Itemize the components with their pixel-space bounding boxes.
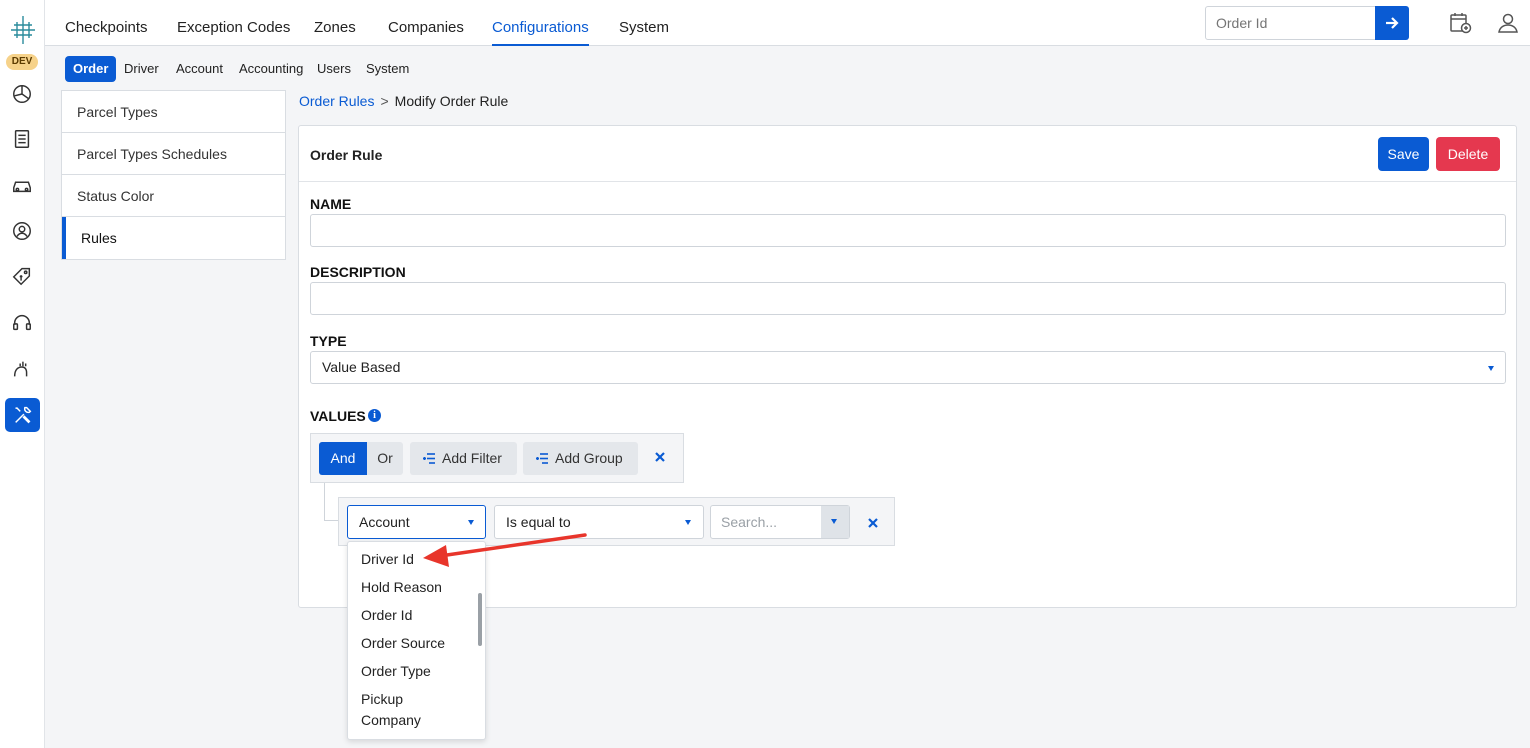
tab-exception-codes[interactable]: Exception Codes [177,19,290,36]
field-option-driver-id[interactable]: Driver Id [361,549,466,570]
tab-zones[interactable]: Zones [314,19,356,36]
rule-value-dropdown-toggle[interactable] [821,506,849,538]
rule-operator-value: Is equal to [506,514,571,530]
name-input[interactable] [310,214,1506,247]
chevron-down-icon [468,520,474,525]
rule-field-select[interactable]: Account [347,505,486,539]
field-option-hold-reason[interactable]: Hold Reason [361,577,466,598]
subnav-order[interactable]: Order [65,56,117,82]
type-select-value: Value Based [322,359,401,375]
remove-group-close-icon[interactable] [654,450,668,464]
left-rail: DEV [0,0,45,748]
breadcrumb-separator: > [380,93,389,109]
add-filter-icon [423,453,435,464]
field-option-order-id[interactable]: Order Id [361,605,466,626]
add-group-button[interactable]: Add Group [523,442,638,475]
description-input[interactable] [310,282,1506,315]
chevron-down-icon [1488,366,1494,371]
remove-rule-close-icon[interactable] [867,516,881,530]
rule-field-value: Account [359,514,410,530]
dashboard-icon[interactable] [8,80,36,108]
add-schedule-icon[interactable] [1448,11,1474,37]
subnav-system[interactable]: System [366,56,409,82]
delete-button[interactable]: Delete [1436,137,1500,171]
breadcrumb: Order Rules > Modify Order Rule [299,93,508,109]
logo-icon[interactable] [8,14,38,46]
side-item-parcel-types[interactable]: Parcel Types [62,91,285,133]
rule-value-search-input[interactable]: Search... [710,505,850,539]
tab-checkpoints[interactable]: Checkpoints [65,19,148,36]
config-side-menu: Parcel Types Parcel Types Schedules Stat… [61,90,286,260]
env-badge: DEV [6,54,38,70]
car-icon[interactable] [8,171,36,199]
top-navigation: Checkpoints Exception Codes Zones Compan… [45,0,1530,46]
chevron-down-icon [685,520,691,525]
panel-title: Order Rule [310,147,383,163]
field-options-dropdown: Driver Id Hold Reason Order Id Order Sou… [347,541,486,740]
tab-system[interactable]: System [619,19,669,36]
add-group-icon [536,453,548,464]
subnav-account[interactable]: Account [176,56,223,82]
query-group: And Or Add Filter Add Group [310,433,684,483]
arrow-right-icon [1386,17,1399,29]
values-label: VALUES [310,408,366,424]
chevron-down-icon [831,519,837,524]
add-filter-label: Add Filter [442,450,502,466]
panel-header: Order Rule Save Delete [299,126,1516,182]
subnav-users[interactable]: Users [317,56,351,82]
analytics-icon[interactable] [8,355,36,383]
add-filter-button[interactable]: Add Filter [410,442,517,475]
subnav-driver[interactable]: Driver [124,56,159,82]
side-item-parcel-types-schedules[interactable]: Parcel Types Schedules [62,133,285,175]
subnav-accounting[interactable]: Accounting [239,56,303,82]
name-label: NAME [310,196,352,212]
rule-operator-select[interactable]: Is equal to [494,505,704,539]
side-item-status-color[interactable]: Status Color [62,175,285,217]
order-id-go-button[interactable] [1375,6,1409,40]
and-toggle-button[interactable]: And [319,442,367,475]
price-tag-icon[interactable] [8,262,36,290]
dropdown-scrollbar[interactable] [478,593,482,646]
user-circle-icon[interactable] [8,217,36,245]
order-rule-panel: Order Rule Save Delete NAME DESCRIPTION … [298,125,1517,608]
add-group-label: Add Group [555,450,623,466]
document-list-icon[interactable] [8,125,36,153]
user-profile-icon[interactable] [1496,11,1522,37]
side-item-rules[interactable]: Rules [62,217,285,259]
field-option-order-type[interactable]: Order Type [361,661,466,682]
tab-configurations[interactable]: Configurations [492,19,589,46]
headset-icon[interactable] [8,309,36,337]
breadcrumb-order-rules-link[interactable]: Order Rules [299,93,374,109]
order-id-search-input[interactable] [1205,6,1376,40]
info-icon[interactable]: i [368,409,381,422]
breadcrumb-current: Modify Order Rule [394,93,509,109]
description-label: DESCRIPTION [310,264,406,280]
type-select[interactable]: Value Based [310,351,1506,384]
tab-companies[interactable]: Companies [388,19,464,36]
field-option-order-source[interactable]: Order Source [361,633,466,654]
rule-value-placeholder: Search... [721,514,778,530]
tools-icon[interactable] [5,398,40,432]
filter-rule-row: Account Is equal to Search... [338,497,895,546]
field-option-pickup-company[interactable]: Pickup Company [361,689,466,731]
or-toggle-button[interactable]: Or [367,442,403,475]
type-label: TYPE [310,333,347,349]
save-button[interactable]: Save [1378,137,1429,171]
